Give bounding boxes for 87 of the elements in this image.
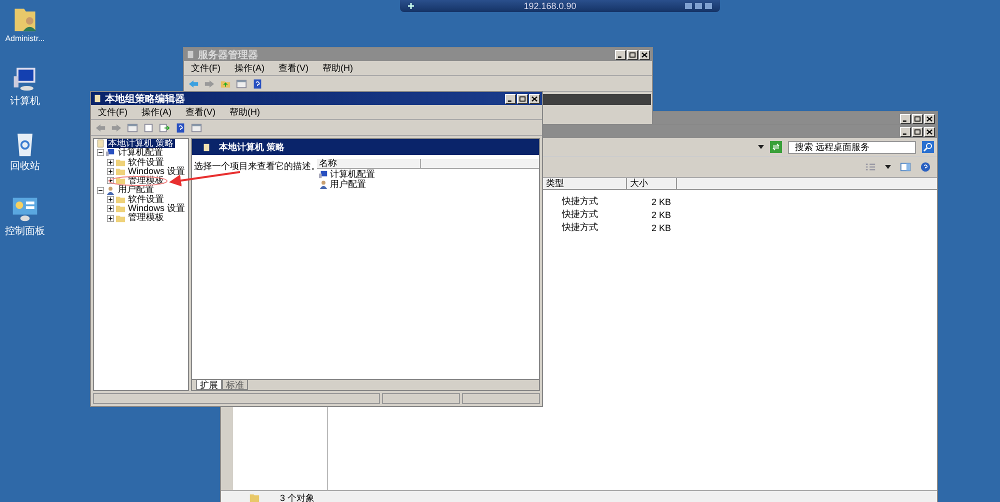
user-icon	[106, 186, 115, 195]
expand-icon[interactable]	[107, 205, 114, 212]
table-cell-text: 快捷方式	[560, 195, 599, 208]
desktop-icon-label[interactable]: Administr...	[5, 34, 45, 43]
tab[interactable]: 扩展	[196, 380, 222, 390]
collapse-icon[interactable]	[97, 149, 104, 156]
console-icon[interactable]	[127, 122, 138, 132]
annotation-ellipse	[108, 176, 168, 186]
user-icon	[319, 180, 328, 188]
tab[interactable]: 标准	[222, 380, 248, 390]
export-icon[interactable]	[159, 122, 170, 132]
computer-icon	[106, 148, 115, 158]
close-icon	[926, 116, 933, 122]
window-buttons-icon[interactable]	[684, 2, 714, 10]
server-icon	[186, 50, 195, 59]
tree-item[interactable]: Windows 设置	[127, 204, 186, 214]
minimize-button[interactable]	[505, 94, 516, 104]
table-cell-text: 2 KB	[650, 196, 672, 206]
window-title: 本地组策略编辑器	[105, 92, 185, 106]
table-cell-text: 2 KB	[650, 210, 672, 220]
refresh-icon[interactable]	[770, 141, 782, 153]
maximize-icon	[519, 96, 526, 102]
close-icon	[531, 96, 538, 102]
desktop-icon-label[interactable]: 回收站	[10, 159, 40, 173]
close-button[interactable]	[924, 114, 935, 124]
computer-icon	[319, 170, 328, 178]
tree-item[interactable]: 管理模板	[127, 213, 165, 223]
table-cell-text: 2 KB	[650, 222, 672, 232]
list-item[interactable]: 计算机配置	[330, 168, 375, 180]
window-title: 服务器管理器	[198, 48, 258, 62]
folder-icon	[249, 493, 260, 502]
tree-item[interactable]: 计算机配置	[117, 148, 164, 158]
close-icon	[641, 52, 648, 58]
status-text: 3 个对象	[280, 492, 315, 502]
menu-item[interactable]: 文件(F)	[191, 62, 220, 74]
close-button[interactable]	[529, 94, 540, 104]
close-button[interactable]	[639, 50, 650, 60]
search-icon[interactable]	[922, 141, 934, 153]
maximize-button[interactable]	[627, 50, 638, 60]
maximize-icon	[629, 52, 636, 58]
collapse-icon[interactable]	[97, 186, 104, 194]
maximize-button[interactable]	[912, 114, 923, 124]
minimize-button[interactable]	[615, 50, 626, 60]
help-icon[interactable]	[252, 78, 263, 88]
preview-pane-icon[interactable]	[900, 162, 911, 172]
search-field[interactable]: 搜索 远程桌面服务	[788, 140, 916, 154]
expand-icon[interactable]	[107, 158, 114, 166]
desktop-icon-label[interactable]: 控制面板	[5, 224, 45, 238]
pane-title: 本地计算机 策略	[219, 140, 285, 154]
tree-item[interactable]: 软件设置	[127, 194, 165, 204]
maximize-button[interactable]	[517, 94, 528, 104]
help-icon[interactable]	[920, 162, 931, 172]
policy-icon	[96, 139, 105, 148]
description-text: 选择一个项目来查看它的描述。	[194, 161, 320, 171]
close-icon	[926, 128, 933, 134]
policy-icon	[93, 94, 102, 103]
pin-icon[interactable]	[406, 1, 416, 11]
tree-item[interactable]: Windows 设置	[127, 166, 186, 176]
help-icon[interactable]	[175, 122, 186, 132]
remote-address: 192.168.0.90	[522, 1, 578, 11]
desktop-icon-label[interactable]: 计算机	[10, 94, 40, 108]
maximize-button[interactable]	[912, 126, 923, 136]
minimize-button[interactable]	[900, 114, 911, 124]
dropdown-caret-icon[interactable]	[885, 165, 891, 169]
expand-icon[interactable]	[107, 168, 114, 176]
menu-item[interactable]: 帮助(H)	[230, 106, 260, 118]
tree-item[interactable]: 本地计算机 策略	[107, 139, 175, 148]
menu-item[interactable]: 操作(A)	[234, 62, 264, 74]
table-cell-text: 快捷方式	[560, 208, 599, 221]
column-header[interactable]: 大小	[627, 178, 677, 189]
console-icon[interactable]	[191, 122, 202, 132]
policy-icon	[202, 142, 211, 152]
table-cell-text: 快捷方式	[560, 221, 599, 234]
expand-icon[interactable]	[107, 214, 114, 222]
menu-item[interactable]: 查看(V)	[186, 106, 216, 118]
menu-item[interactable]: 操作(A)	[142, 106, 172, 118]
minimize-button[interactable]	[900, 126, 911, 136]
properties-icon[interactable]	[143, 122, 154, 132]
dropdown-caret-icon[interactable]	[758, 145, 764, 149]
menu-item[interactable]: 查看(V)	[278, 62, 308, 74]
menu-item[interactable]: 帮助(H)	[322, 62, 353, 74]
list-item[interactable]: 用户配置	[330, 178, 366, 190]
menu-item[interactable]: 文件(F)	[98, 106, 128, 118]
close-button[interactable]	[924, 126, 935, 136]
expand-icon[interactable]	[107, 196, 114, 203]
console-icon[interactable]	[236, 78, 247, 88]
tree-item[interactable]: 软件设置	[127, 158, 165, 167]
